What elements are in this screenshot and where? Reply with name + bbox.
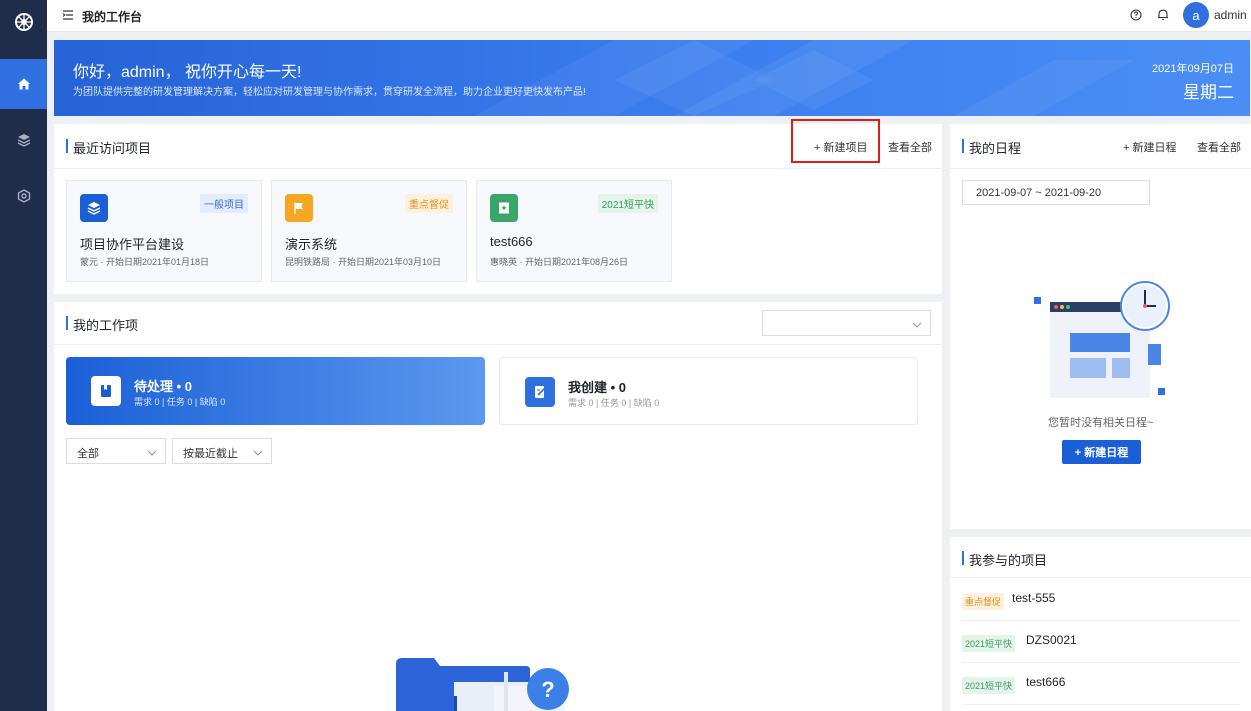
created-counts: 需求 0 | 任务 0 | 缺陷 0 (568, 398, 660, 408)
highlight-box (791, 119, 880, 163)
project-meta: 昆明铁路局 · 开始日期2021年03月10日 (285, 257, 442, 267)
project-tag: 2021短平快 (962, 677, 1016, 694)
pending-items-card[interactable]: 待处理 • 0 需求 0 | 任务 0 | 缺陷 0 (66, 357, 485, 425)
avatar[interactable]: a (1183, 2, 1209, 28)
layers-icon (80, 194, 108, 222)
work-filter-select[interactable] (762, 310, 931, 336)
edit-note-icon (525, 377, 555, 407)
chevron-down-icon (147, 447, 157, 459)
card-title: 我的日程 (962, 138, 1021, 157)
empty-schedule-text: 您暂时没有相关日程~ (1048, 417, 1154, 429)
create-schedule-button[interactable]: + 新建日程 (1062, 440, 1141, 464)
project-name: test666 (490, 234, 533, 249)
project-tag: 重点督促 (405, 194, 453, 213)
project-name: DZS0021 (1026, 633, 1077, 647)
created-items-card[interactable]: 我创建 • 0 需求 0 | 任务 0 | 缺陷 0 (499, 357, 918, 425)
hexagon-settings-icon[interactable] (0, 171, 47, 221)
sort-select[interactable]: 按最近截止 (172, 438, 272, 464)
divider (54, 168, 942, 169)
project-name: 项目协作平台建设 (80, 237, 185, 252)
type-filter-value: 全部 (77, 448, 99, 460)
recent-projects-card: 最近访问项目 + 新建项目 查看全部 一般项目 项目协作平台建设 蒙元 · 开始… (54, 119, 942, 294)
project-card[interactable]: 2021短平快 test666 惠晓英 · 开始日期2021年08月26日 (476, 180, 672, 282)
welcome-banner: 你好，admin， 祝你开心每一天! 为团队提供完整的研发管理解决方案，轻松应对… (54, 40, 1250, 116)
help-icon[interactable] (1130, 9, 1142, 24)
logo-icon[interactable] (0, 0, 47, 44)
list-item[interactable]: 2021短平快 DZS0021 (962, 621, 1240, 663)
project-tag: 重点督促 (962, 593, 1005, 610)
sidebar (0, 0, 47, 711)
flag-icon (285, 194, 313, 222)
user-name[interactable]: admin (1214, 8, 1247, 22)
chevron-down-icon (253, 447, 263, 459)
card-title: 最近访问项目 (66, 138, 151, 157)
bookmark-star-icon (490, 194, 518, 222)
bell-icon[interactable] (1157, 8, 1169, 24)
book-icon (91, 376, 121, 406)
schedule-card: 我的日程 + 新建日程 查看全部 2021-09-07 ~ 2021-09-20… (950, 124, 1251, 529)
menu-fold-icon[interactable] (62, 9, 74, 24)
project-tag: 2021短平快 (962, 635, 1016, 652)
pending-counts: 需求 0 | 任务 0 | 缺陷 0 (134, 397, 226, 407)
banner-subtitle: 为团队提供完整的研发管理解决方案，轻松应对研发管理与协作需求，贯穿研发全流程，助… (73, 87, 586, 98)
top-bar: 我的工作台 a admin (47, 0, 1251, 32)
project-tag: 2021短平快 (597, 194, 658, 213)
page-title: 我的工作台 (82, 10, 143, 24)
project-name: test-555 (1012, 591, 1056, 605)
card-title: 我参与的项目 (962, 550, 1047, 569)
type-filter-select[interactable]: 全部 (66, 438, 166, 464)
divider (950, 168, 1251, 169)
work-items-card: 我的工作项 待处理 • 0 需求 0 | 任务 0 | 缺陷 0 我创建 • 0… (54, 302, 942, 711)
card-title: 我的工作项 (66, 315, 138, 334)
project-tag: 一般项目 (200, 194, 248, 213)
project-card[interactable]: 重点督促 演示系统 昆明铁路局 · 开始日期2021年03月10日 (271, 180, 467, 282)
chevron-down-icon (912, 319, 922, 331)
greeting-text: 你好，admin， 祝你开心每一天! (73, 64, 302, 81)
list-item[interactable]: 重点督促 test-555 (962, 579, 1240, 621)
calendar-clock-illustration (1034, 281, 1170, 398)
home-icon[interactable] (0, 59, 47, 109)
project-name: 演示系统 (285, 237, 338, 252)
empty-folder-illustration: ? (396, 658, 569, 711)
project-name: test666 (1026, 675, 1066, 689)
banner-weekday: 星期二 (1183, 83, 1234, 102)
banner-date: 2021年09月07日 (1152, 63, 1234, 75)
view-all-projects-link[interactable]: 查看全部 (888, 139, 932, 155)
project-card[interactable]: 一般项目 项目协作平台建设 蒙元 · 开始日期2021年01月18日 (66, 180, 262, 282)
list-item[interactable]: 2021短平快 test666 (962, 663, 1240, 705)
sort-value: 按最近截止 (183, 448, 238, 460)
pending-title: 待处理 • 0 (134, 379, 193, 394)
date-range-picker[interactable]: 2021-09-07 ~ 2021-09-20 (962, 180, 1150, 205)
view-all-schedule-link[interactable]: 查看全部 (1197, 139, 1241, 155)
created-title: 我创建 • 0 (568, 380, 627, 395)
project-meta: 惠晓英 · 开始日期2021年08月26日 (490, 257, 629, 267)
svg-text:?: ? (541, 677, 554, 702)
divider (54, 344, 942, 345)
divider (950, 577, 1251, 578)
layers-icon[interactable] (0, 115, 47, 165)
new-schedule-link[interactable]: + 新建日程 (1123, 139, 1176, 155)
project-meta: 蒙元 · 开始日期2021年01月18日 (80, 257, 210, 267)
participated-projects-card: 我参与的项目 重点督促 test-555 2021短平快 DZS0021 202… (950, 537, 1251, 711)
